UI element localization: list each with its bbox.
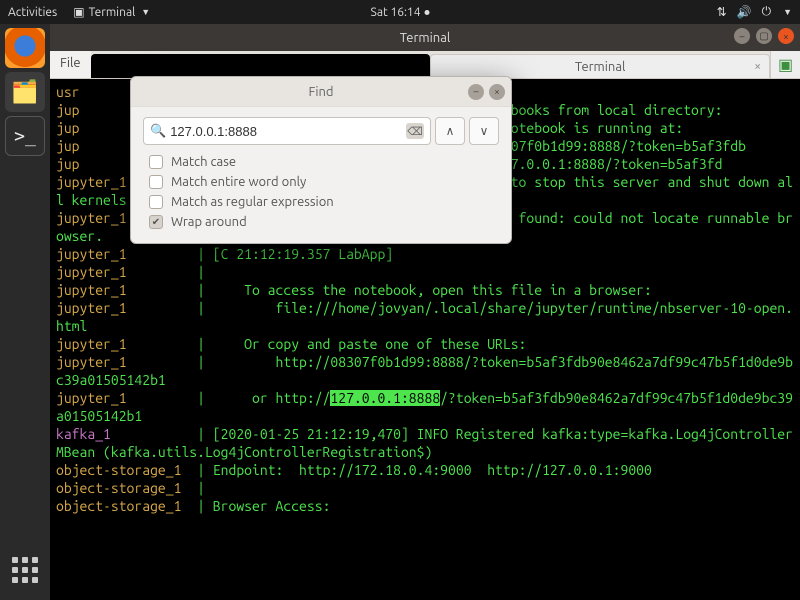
- opt-label: Match entire word only: [171, 175, 306, 189]
- find-dialog: Find – × 🔍 ⌫ ∧ ∨ Match case Match entire…: [130, 76, 512, 244]
- opt-label: Match as regular expression: [171, 195, 334, 209]
- chevron-down-icon: ▼: [141, 7, 150, 17]
- network-icon[interactable]: ⇅: [717, 5, 727, 19]
- dock-files[interactable]: 🗂️: [5, 72, 45, 112]
- dock-terminal[interactable]: >_: [5, 116, 45, 156]
- tab-label: Terminal: [575, 60, 626, 74]
- activities-button[interactable]: Activities: [8, 6, 57, 19]
- app-menu[interactable]: ▣ Terminal ▼: [73, 5, 150, 19]
- clear-icon[interactable]: ⌫: [406, 123, 424, 139]
- workspace: Terminal – ▢ × File Terminal × ▣ usrjup …: [50, 24, 800, 600]
- checkbox-icon: [149, 195, 163, 209]
- clock[interactable]: Sat 16:14: [371, 6, 430, 19]
- tab-terminal[interactable]: Terminal ×: [430, 54, 770, 78]
- tab-close-icon[interactable]: ×: [754, 60, 761, 73]
- checkbox-icon: [149, 155, 163, 169]
- opt-whole-word[interactable]: Match entire word only: [149, 175, 499, 189]
- clock-label: Sat 16:14: [371, 6, 421, 19]
- find-title-label: Find: [308, 85, 333, 99]
- opt-label: Wrap around: [171, 215, 247, 229]
- find-minimize[interactable]: –: [468, 84, 484, 100]
- tab-strip: Terminal ×: [91, 51, 770, 78]
- find-titlebar[interactable]: Find – ×: [131, 77, 511, 107]
- opt-match-case[interactable]: Match case: [149, 155, 499, 169]
- window-close[interactable]: ×: [778, 28, 794, 44]
- tab-active[interactable]: [91, 54, 431, 78]
- window-minimize[interactable]: –: [734, 28, 750, 44]
- show-applications[interactable]: [5, 550, 45, 590]
- new-tab-button[interactable]: ▣: [770, 51, 800, 78]
- checkbox-icon: ✔: [149, 215, 163, 229]
- chevron-down-icon[interactable]: ▼: [783, 7, 792, 17]
- app-menu-label: Terminal: [89, 6, 136, 19]
- clock-dot-icon: [424, 10, 429, 15]
- find-next[interactable]: ∨: [469, 117, 499, 145]
- volume-icon[interactable]: 🔊: [737, 5, 752, 19]
- window-titlebar[interactable]: Terminal – ▢ ×: [50, 24, 800, 51]
- window-maximize[interactable]: ▢: [756, 28, 772, 44]
- terminal-toolbar: File Terminal × ▣: [50, 51, 800, 79]
- opt-wrap[interactable]: ✔ Wrap around: [149, 215, 499, 229]
- find-close[interactable]: ×: [489, 84, 505, 100]
- find-prev[interactable]: ∧: [435, 117, 465, 145]
- gnome-topbar: Activities ▣ Terminal ▼ Sat 16:14 ⇅ 🔊 ⏻ …: [0, 0, 800, 24]
- find-input[interactable]: [170, 124, 406, 139]
- checkbox-icon: [149, 175, 163, 189]
- opt-regex[interactable]: Match as regular expression: [149, 195, 499, 209]
- terminal-icon: ▣: [73, 5, 84, 19]
- find-searchbox[interactable]: 🔍 ⌫: [143, 117, 431, 145]
- menu-file[interactable]: File: [50, 51, 91, 78]
- opt-label: Match case: [171, 155, 236, 169]
- window-title: Terminal: [400, 31, 451, 45]
- power-icon[interactable]: ⏻: [762, 5, 772, 19]
- search-icon: 🔍: [150, 124, 166, 139]
- dock-firefox[interactable]: [5, 28, 45, 68]
- dock: 🗂️ >_: [0, 24, 50, 600]
